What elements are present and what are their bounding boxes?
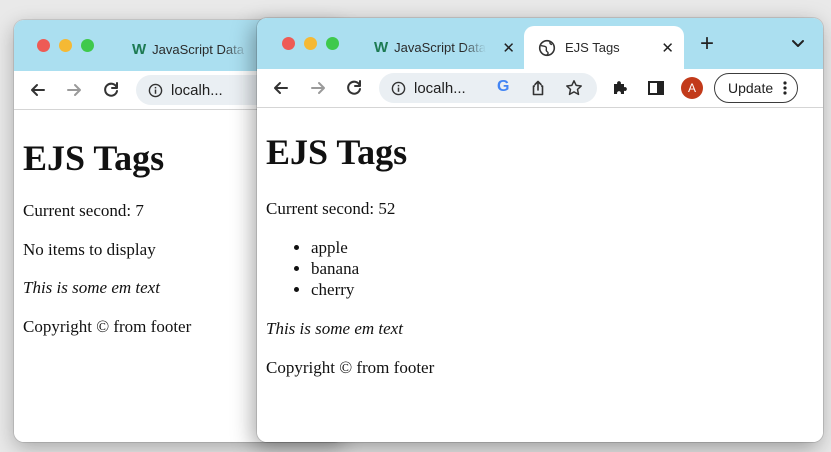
zoom-window-button[interactable] — [326, 37, 339, 50]
star-icon[interactable] — [565, 79, 583, 97]
em-text-paragraph: This is some em text — [23, 278, 160, 298]
new-tab-icon[interactable]: + — [700, 32, 714, 56]
back-arrow-icon[interactable] — [28, 80, 48, 100]
tab-javascript-data[interactable]: W JavaScript Data — [132, 28, 262, 71]
share-icon[interactable] — [529, 79, 547, 97]
current-second-text: Current second: 52 — [266, 199, 396, 218]
tab-javascript-data[interactable]: W JavaScript Data ✕ — [374, 26, 523, 69]
address-bar[interactable]: localh... G — [379, 73, 597, 103]
front-page-content: EJS Tags Current second: 52 apple banana… — [257, 108, 823, 442]
side-panel-icon[interactable] — [646, 78, 666, 98]
minimize-window-button[interactable] — [304, 37, 317, 50]
tab-title: EJS Tags — [565, 40, 620, 55]
back-arrow-icon[interactable] — [271, 78, 291, 98]
list-item: banana — [311, 258, 359, 279]
em-text: This is some em text — [266, 319, 403, 338]
zoom-window-button[interactable] — [81, 39, 94, 52]
forward-arrow-icon[interactable] — [308, 78, 328, 98]
info-icon[interactable] — [391, 81, 406, 96]
list-item: apple — [311, 237, 359, 258]
tab-close-icon[interactable]: ✕ — [661, 39, 674, 57]
w-favicon-icon: W — [374, 39, 388, 56]
reload-icon[interactable] — [344, 78, 364, 98]
chevron-down-icon[interactable] — [790, 37, 806, 51]
more-vert-icon — [783, 81, 787, 95]
current-second-text: Current second: 7 — [23, 201, 144, 220]
close-window-button[interactable] — [282, 37, 295, 50]
globe-icon — [538, 39, 556, 56]
reload-icon[interactable] — [101, 80, 121, 100]
tab-close-icon[interactable]: ✕ — [502, 39, 515, 57]
items-list: apple banana cherry — [266, 237, 359, 300]
footer-text: Copyright © from footer — [266, 358, 435, 377]
profile-avatar[interactable]: A — [681, 77, 703, 99]
footer-text: Copyright © from footer — [23, 317, 192, 336]
tab-ejs-tags[interactable]: EJS Tags ✕ — [524, 26, 684, 69]
empty-items-message: No items to display — [23, 240, 156, 259]
front-toolbar: localh... G A Update — [257, 69, 823, 108]
update-button[interactable]: Update — [714, 73, 799, 103]
info-icon[interactable] — [148, 83, 163, 98]
minimize-window-button[interactable] — [59, 39, 72, 52]
address-text: localh... — [414, 79, 466, 97]
list-item: cherry — [311, 279, 359, 300]
tab-title: JavaScript Data — [394, 40, 486, 55]
page-heading: EJS Tags — [23, 138, 165, 178]
close-window-button[interactable] — [37, 39, 50, 52]
em-text: This is some em text — [23, 278, 160, 297]
w-favicon-icon: W — [132, 41, 146, 58]
update-label: Update — [728, 80, 774, 96]
forward-arrow-icon[interactable] — [64, 80, 84, 100]
front-tab-strip: W JavaScript Data ✕ EJS Tags ✕ + — [257, 18, 823, 69]
extensions-puzzle-icon[interactable] — [610, 78, 630, 98]
google-g-icon[interactable]: G — [497, 78, 509, 96]
em-text-paragraph: This is some em text — [266, 319, 403, 339]
front-browser-window[interactable]: W JavaScript Data ✕ EJS Tags ✕ + localh.… — [257, 18, 823, 442]
tab-title: JavaScript Data — [152, 42, 244, 57]
page-heading: EJS Tags — [266, 132, 408, 172]
address-text: localh... — [171, 81, 223, 99]
